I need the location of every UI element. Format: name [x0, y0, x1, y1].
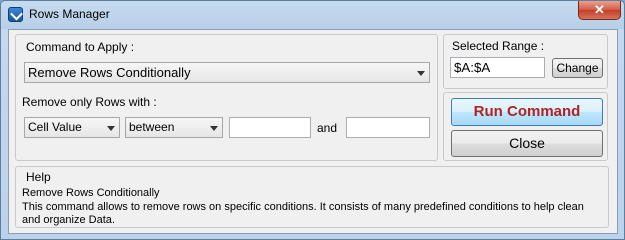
help-body: This command allows to remove rows on sp…	[22, 201, 584, 226]
help-panel: Help Remove Rows Conditionally This comm…	[15, 166, 609, 228]
close-icon: ✕	[594, 2, 605, 17]
field-select-value: Cell Value	[28, 120, 82, 134]
command-label: Command to Apply :	[26, 40, 135, 54]
change-range-button[interactable]: Change	[552, 58, 603, 78]
close-button[interactable]: Close	[451, 130, 603, 157]
operator-select-value: between	[129, 120, 175, 134]
window-close-button[interactable]: ✕	[578, 1, 621, 20]
rows-manager-window: Rows Manager ✕ Command to Apply : Remove…	[0, 0, 625, 240]
change-range-label: Change	[556, 61, 599, 75]
range-label: Selected Range :	[452, 39, 545, 53]
command-select-value: Remove Rows Conditionally	[28, 65, 191, 80]
chevron-down-icon	[210, 126, 218, 131]
run-command-label: Run Command	[473, 103, 581, 120]
chevron-down-icon	[417, 71, 425, 76]
command-select[interactable]: Remove Rows Conditionally	[24, 62, 430, 83]
dialog-body: Command to Apply : Remove Rows Condition…	[8, 29, 618, 234]
chevron-down-icon	[107, 126, 115, 131]
help-title: Remove Rows Conditionally	[22, 187, 160, 199]
app-icon	[8, 7, 23, 22]
range-panel: Selected Range : Change	[443, 34, 608, 89]
window-title: Rows Manager	[29, 7, 110, 21]
help-label: Help	[26, 170, 51, 184]
and-label: and	[317, 121, 338, 135]
run-command-button[interactable]: Run Command	[451, 98, 603, 126]
field-select[interactable]: Cell Value	[24, 117, 120, 138]
value1-input[interactable]	[229, 117, 311, 138]
title-bar[interactable]: Rows Manager ✕	[1, 1, 624, 29]
value2-input[interactable]	[346, 117, 430, 138]
close-button-label: Close	[509, 135, 545, 151]
command-panel: Command to Apply : Remove Rows Condition…	[15, 34, 438, 161]
range-input[interactable]	[450, 57, 545, 78]
operator-select[interactable]: between	[125, 117, 223, 138]
filter-label: Remove only Rows with :	[22, 95, 157, 109]
actions-panel: Run Command Close	[443, 92, 608, 161]
